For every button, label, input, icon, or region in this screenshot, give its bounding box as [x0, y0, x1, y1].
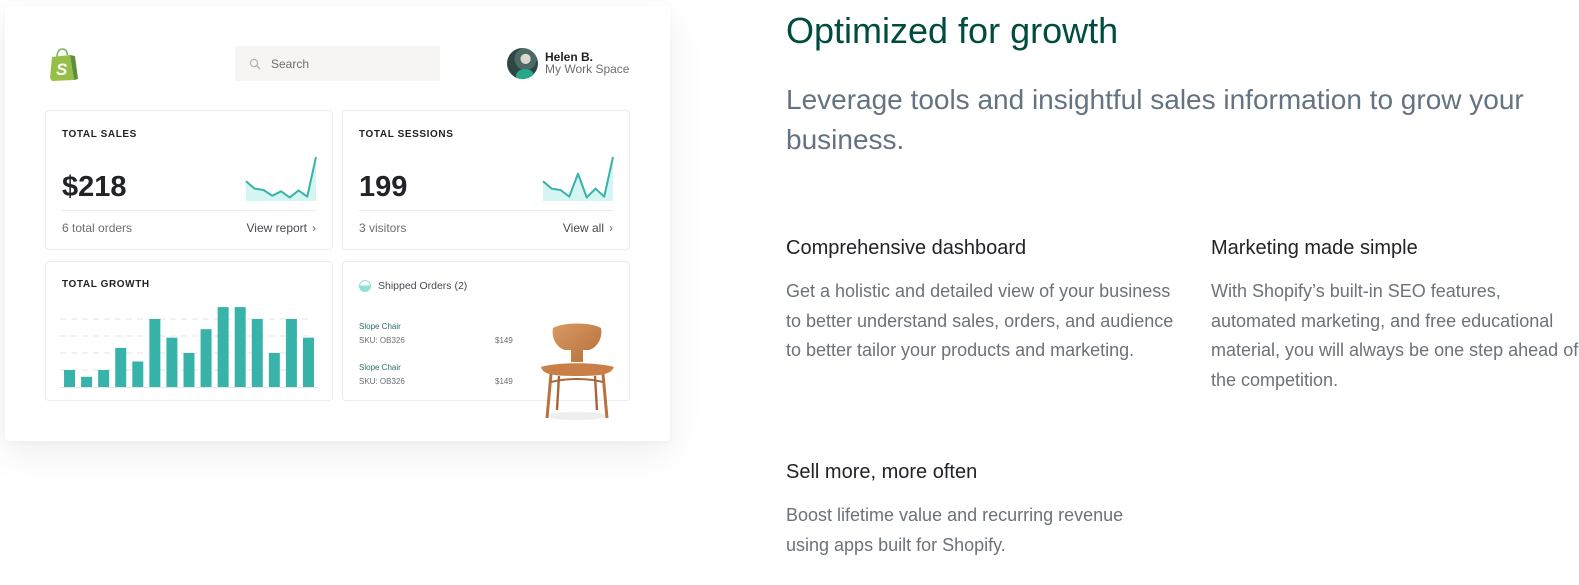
growth-bar [132, 361, 144, 387]
feature-title: Marketing made simple [1211, 237, 1418, 259]
total-orders-count: 6 total orders [62, 221, 133, 235]
section-heading: Optimized for growth [786, 10, 1119, 51]
sales-sparkline [245, 156, 317, 201]
growth-bar [81, 376, 93, 387]
total-sales-value: $218 [62, 171, 127, 203]
view-all-link[interactable]: View all › [563, 221, 613, 235]
avatar [507, 48, 538, 79]
divider [359, 210, 613, 211]
growth-bar [183, 353, 195, 387]
visitors-count: 3 visitors [359, 221, 407, 235]
growth-bar [234, 307, 246, 387]
chair-product-image [541, 323, 614, 420]
shipped-status-icon [359, 280, 371, 292]
section-lead: Leverage tools and insightful sales info… [786, 84, 1524, 155]
feature-body: Boost lifetime value and recurring reven… [786, 505, 1124, 555]
order-product-name: Slope Chair [359, 363, 401, 372]
search-input[interactable]: Search [235, 46, 440, 81]
feature-marketing-made-simple: Marketing made simple With Shopify’s bui… [1211, 236, 1579, 395]
total-growth-card: TOTAL GROWTH [45, 261, 333, 401]
growth-bar-chart [60, 307, 318, 388]
feature-title: Sell more, more often [786, 461, 978, 483]
order-price: $149 [495, 377, 513, 386]
growth-bar [268, 353, 280, 387]
search-icon [249, 58, 261, 70]
order-price: $149 [495, 336, 513, 345]
order-item[interactable]: Slope Chair SKU: OB326 $149 [359, 361, 513, 389]
view-report-link[interactable]: View report › [247, 221, 316, 235]
view-all-label: View all [562, 221, 604, 235]
chevron-right-icon: › [609, 221, 613, 235]
divider [62, 210, 316, 211]
growth-bar [98, 370, 110, 387]
growth-bar [115, 347, 127, 387]
feature-body: Get a holistic and detailed view of your… [786, 281, 1174, 360]
feature-title: Comprehensive dashboard [786, 237, 1027, 259]
card-title: TOTAL SESSIONS [359, 129, 454, 140]
growth-bar [200, 329, 212, 387]
feature-sell-more: Sell more, more often Boost lifetime val… [786, 460, 1136, 560]
card-title: TOTAL GROWTH [62, 279, 150, 290]
total-sessions-value: 199 [359, 171, 408, 203]
sessions-sparkline [542, 156, 614, 201]
chevron-right-icon: › [312, 221, 316, 235]
growth-bar [302, 337, 314, 387]
growth-bar [285, 319, 297, 387]
feature-comprehensive-dashboard: Comprehensive dashboard Get a holistic a… [786, 236, 1176, 366]
order-item[interactable]: Slope Chair SKU: OB326 $149 [359, 320, 513, 348]
feature-body: With Shopify’s built-in SEO features, au… [1211, 281, 1579, 390]
shipped-orders-title: Shipped Orders (2) [378, 280, 468, 292]
shopify-logo-icon: S [50, 48, 78, 81]
user-menu[interactable]: Helen B. My Work Space [507, 48, 629, 79]
growth-bar [217, 307, 229, 387]
user-workspace: My Work Space [545, 62, 630, 76]
search-placeholder: Search [271, 56, 310, 71]
growth-bar [251, 319, 263, 387]
order-sku: SKU: OB326 [359, 336, 405, 345]
order-sku: SKU: OB326 [359, 377, 405, 386]
total-sessions-card: TOTAL SESSIONS 199 3 visitors View all › [342, 110, 630, 250]
svg-text:S: S [56, 60, 68, 79]
growth-bar [166, 337, 178, 387]
total-sales-card: TOTAL SALES $218 6 total orders View rep… [45, 110, 333, 250]
view-report-label: View report [246, 221, 307, 235]
card-title: TOTAL SALES [62, 129, 137, 140]
order-product-name: Slope Chair [359, 322, 401, 331]
growth-bar [149, 319, 161, 387]
growth-bar [64, 370, 76, 387]
